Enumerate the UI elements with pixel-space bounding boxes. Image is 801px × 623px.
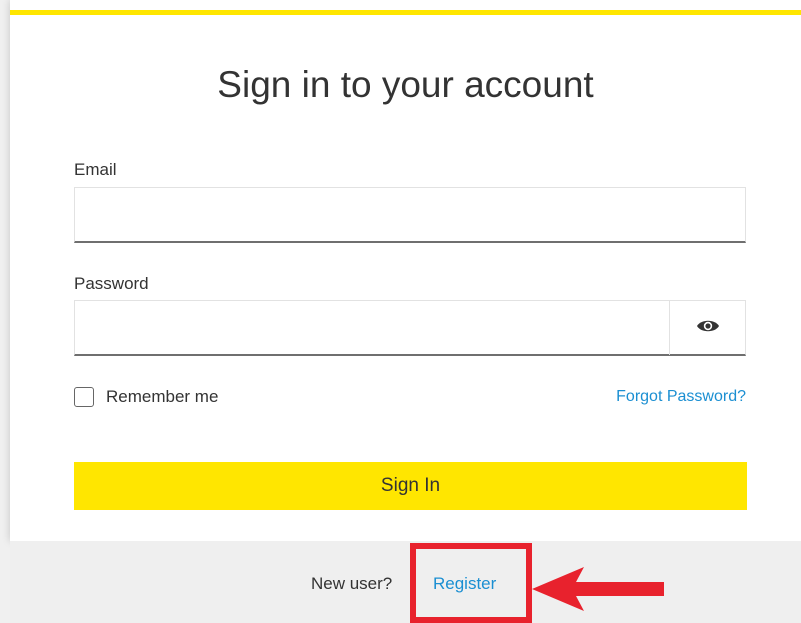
email-label: Email: [74, 160, 117, 179]
remember-me-label[interactable]: Remember me: [106, 387, 218, 407]
footer: [10, 541, 801, 623]
remember-me-row: Remember me: [74, 387, 218, 407]
email-field-wrapper: [74, 187, 746, 243]
sign-in-button[interactable]: Sign In: [74, 462, 747, 510]
highlight-box: [410, 543, 532, 623]
top-accent-bar: [10, 10, 801, 15]
show-password-button[interactable]: [669, 301, 745, 355]
remember-me-checkbox[interactable]: [74, 387, 94, 407]
password-label: Password: [74, 274, 149, 293]
new-user-prompt: New user?: [311, 574, 393, 593]
password-field-wrapper: [74, 300, 746, 356]
eye-icon: [696, 318, 720, 339]
forgot-password-link[interactable]: Forgot Password?: [616, 388, 746, 406]
email-field[interactable]: [75, 188, 745, 241]
page-title: Sign in to your account: [217, 64, 594, 105]
page: Sign in to your account Email Password R…: [0, 0, 801, 623]
arrow-left-icon: [532, 565, 666, 619]
password-field[interactable]: [75, 301, 671, 354]
